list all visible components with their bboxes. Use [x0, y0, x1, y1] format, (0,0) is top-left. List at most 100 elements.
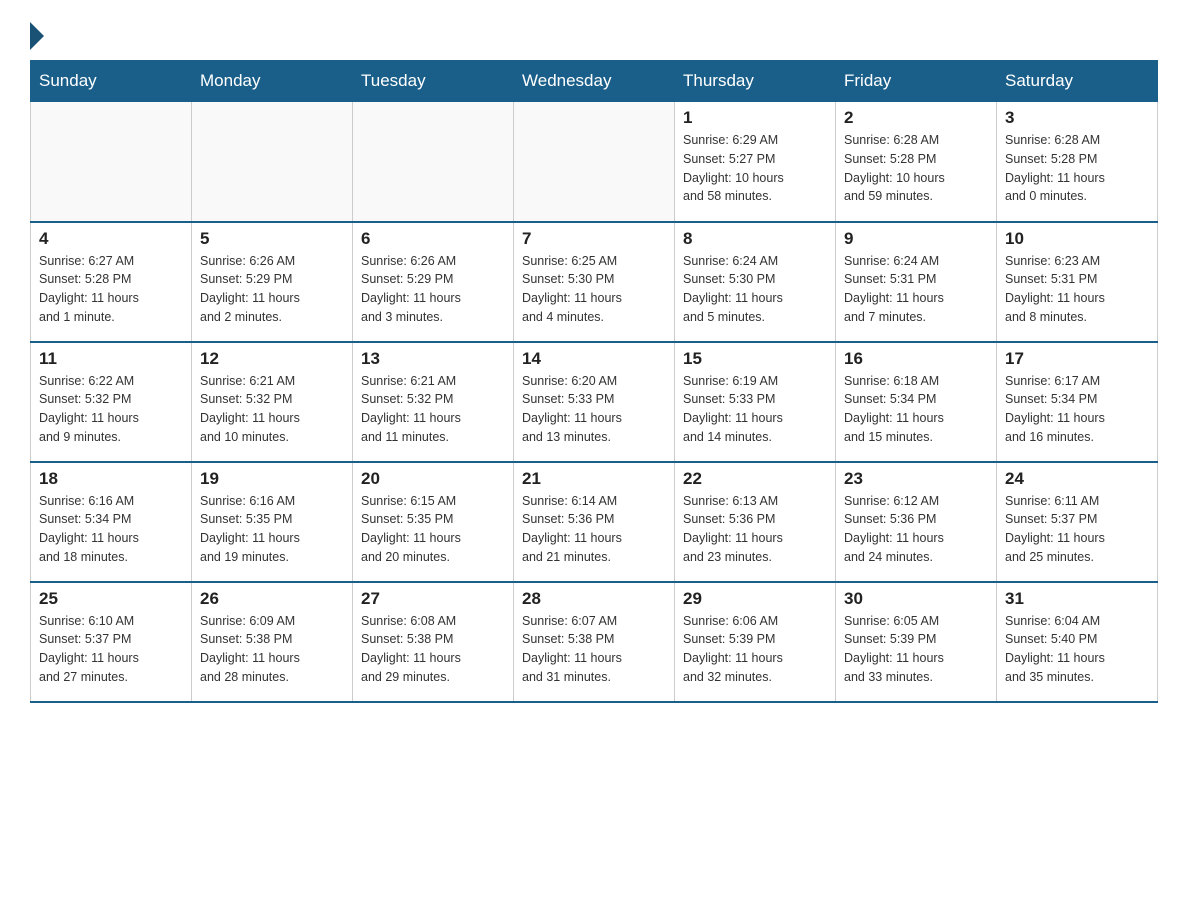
calendar-cell: 8 Sunrise: 6:24 AMSunset: 5:30 PMDaylight… [675, 222, 836, 342]
day-number: 10 [1005, 229, 1149, 249]
day-info: Sunrise: 6:17 AMSunset: 5:34 PMDaylight:… [1005, 372, 1149, 447]
day-info: Sunrise: 6:26 AMSunset: 5:29 PMDaylight:… [200, 252, 344, 327]
day-info: Sunrise: 6:05 AMSunset: 5:39 PMDaylight:… [844, 612, 988, 687]
calendar-cell: 5 Sunrise: 6:26 AMSunset: 5:29 PMDaylight… [192, 222, 353, 342]
day-number: 18 [39, 469, 183, 489]
day-number: 20 [361, 469, 505, 489]
calendar-body: 1 Sunrise: 6:29 AMSunset: 5:27 PMDaylight… [31, 102, 1158, 702]
day-info: Sunrise: 6:27 AMSunset: 5:28 PMDaylight:… [39, 252, 183, 327]
calendar-table: Sunday Monday Tuesday Wednesday Thursday… [30, 60, 1158, 703]
calendar-cell: 22 Sunrise: 6:13 AMSunset: 5:36 PMDayligh… [675, 462, 836, 582]
day-number: 21 [522, 469, 666, 489]
calendar-cell: 27Sunrise: 6:08 AMSunset: 5:38 PMDayligh… [353, 582, 514, 702]
day-info: Sunrise: 6:25 AMSunset: 5:30 PMDaylight:… [522, 252, 666, 327]
day-info: Sunrise: 6:16 AMSunset: 5:35 PMDaylight:… [200, 492, 344, 567]
day-number: 9 [844, 229, 988, 249]
calendar-cell: 16 Sunrise: 6:18 AMSunset: 5:34 PMDayligh… [836, 342, 997, 462]
day-info: Sunrise: 6:15 AMSunset: 5:35 PMDaylight:… [361, 492, 505, 567]
logo [30, 20, 44, 50]
day-info: Sunrise: 6:23 AMSunset: 5:31 PMDaylight:… [1005, 252, 1149, 327]
day-info: Sunrise: 6:21 AMSunset: 5:32 PMDaylight:… [361, 372, 505, 447]
logo-arrow-icon [30, 22, 44, 50]
day-info: Sunrise: 6:28 AMSunset: 5:28 PMDaylight:… [844, 131, 988, 206]
calendar-header: Sunday Monday Tuesday Wednesday Thursday… [31, 61, 1158, 102]
day-number: 1 [683, 108, 827, 128]
day-number: 3 [1005, 108, 1149, 128]
header-thursday: Thursday [675, 61, 836, 102]
day-number: 8 [683, 229, 827, 249]
calendar-cell: 24Sunrise: 6:11 AMSunset: 5:37 PMDayligh… [997, 462, 1158, 582]
day-info: Sunrise: 6:20 AMSunset: 5:33 PMDaylight:… [522, 372, 666, 447]
calendar-cell: 28 Sunrise: 6:07 AMSunset: 5:38 PMDayligh… [514, 582, 675, 702]
page-header [30, 20, 1158, 50]
calendar-cell: 19 Sunrise: 6:16 AMSunset: 5:35 PMDayligh… [192, 462, 353, 582]
calendar-cell: 23Sunrise: 6:12 AMSunset: 5:36 PMDayligh… [836, 462, 997, 582]
calendar-cell: 29 Sunrise: 6:06 AMSunset: 5:39 PMDayligh… [675, 582, 836, 702]
calendar-cell: 2 Sunrise: 6:28 AMSunset: 5:28 PMDaylight… [836, 102, 997, 222]
day-info: Sunrise: 6:09 AMSunset: 5:38 PMDaylight:… [200, 612, 344, 687]
calendar-cell: 21 Sunrise: 6:14 AMSunset: 5:36 PMDayligh… [514, 462, 675, 582]
day-number: 27 [361, 589, 505, 609]
calendar-cell [31, 102, 192, 222]
day-number: 19 [200, 469, 344, 489]
calendar-cell: 4 Sunrise: 6:27 AMSunset: 5:28 PMDaylight… [31, 222, 192, 342]
day-number: 25 [39, 589, 183, 609]
calendar-cell [353, 102, 514, 222]
header-friday: Friday [836, 61, 997, 102]
day-info: Sunrise: 6:29 AMSunset: 5:27 PMDaylight:… [683, 131, 827, 206]
calendar-cell: 6Sunrise: 6:26 AMSunset: 5:29 PMDaylight… [353, 222, 514, 342]
header-sunday: Sunday [31, 61, 192, 102]
day-info: Sunrise: 6:14 AMSunset: 5:36 PMDaylight:… [522, 492, 666, 567]
day-info: Sunrise: 6:21 AMSunset: 5:32 PMDaylight:… [200, 372, 344, 447]
calendar-cell: 9 Sunrise: 6:24 AMSunset: 5:31 PMDaylight… [836, 222, 997, 342]
header-saturday: Saturday [997, 61, 1158, 102]
day-number: 30 [844, 589, 988, 609]
calendar-cell: 17 Sunrise: 6:17 AMSunset: 5:34 PMDayligh… [997, 342, 1158, 462]
calendar-week-4: 18 Sunrise: 6:16 AMSunset: 5:34 PMDayligh… [31, 462, 1158, 582]
day-info: Sunrise: 6:28 AMSunset: 5:28 PMDaylight:… [1005, 131, 1149, 206]
day-info: Sunrise: 6:22 AMSunset: 5:32 PMDaylight:… [39, 372, 183, 447]
header-monday: Monday [192, 61, 353, 102]
calendar-cell: 25Sunrise: 6:10 AMSunset: 5:37 PMDayligh… [31, 582, 192, 702]
day-info: Sunrise: 6:24 AMSunset: 5:31 PMDaylight:… [844, 252, 988, 327]
day-number: 14 [522, 349, 666, 369]
calendar-cell [192, 102, 353, 222]
header-row: Sunday Monday Tuesday Wednesday Thursday… [31, 61, 1158, 102]
calendar-week-3: 11 Sunrise: 6:22 AMSunset: 5:32 PMDayligh… [31, 342, 1158, 462]
calendar-cell: 1 Sunrise: 6:29 AMSunset: 5:27 PMDaylight… [675, 102, 836, 222]
day-info: Sunrise: 6:11 AMSunset: 5:37 PMDaylight:… [1005, 492, 1149, 567]
calendar-cell: 18 Sunrise: 6:16 AMSunset: 5:34 PMDayligh… [31, 462, 192, 582]
calendar-cell: 7 Sunrise: 6:25 AMSunset: 5:30 PMDaylight… [514, 222, 675, 342]
day-info: Sunrise: 6:07 AMSunset: 5:38 PMDaylight:… [522, 612, 666, 687]
day-number: 2 [844, 108, 988, 128]
header-wednesday: Wednesday [514, 61, 675, 102]
day-number: 29 [683, 589, 827, 609]
calendar-cell: 31 Sunrise: 6:04 AMSunset: 5:40 PMDayligh… [997, 582, 1158, 702]
day-info: Sunrise: 6:19 AMSunset: 5:33 PMDaylight:… [683, 372, 827, 447]
day-number: 7 [522, 229, 666, 249]
calendar-cell: 20 Sunrise: 6:15 AMSunset: 5:35 PMDayligh… [353, 462, 514, 582]
day-number: 15 [683, 349, 827, 369]
day-number: 28 [522, 589, 666, 609]
day-info: Sunrise: 6:24 AMSunset: 5:30 PMDaylight:… [683, 252, 827, 327]
day-number: 5 [200, 229, 344, 249]
day-info: Sunrise: 6:13 AMSunset: 5:36 PMDaylight:… [683, 492, 827, 567]
calendar-week-5: 25Sunrise: 6:10 AMSunset: 5:37 PMDayligh… [31, 582, 1158, 702]
calendar-cell: 26 Sunrise: 6:09 AMSunset: 5:38 PMDayligh… [192, 582, 353, 702]
day-info: Sunrise: 6:16 AMSunset: 5:34 PMDaylight:… [39, 492, 183, 567]
day-number: 17 [1005, 349, 1149, 369]
day-info: Sunrise: 6:04 AMSunset: 5:40 PMDaylight:… [1005, 612, 1149, 687]
day-number: 31 [1005, 589, 1149, 609]
day-number: 6 [361, 229, 505, 249]
calendar-cell: 12Sunrise: 6:21 AMSunset: 5:32 PMDayligh… [192, 342, 353, 462]
day-number: 26 [200, 589, 344, 609]
day-number: 16 [844, 349, 988, 369]
day-number: 11 [39, 349, 183, 369]
day-info: Sunrise: 6:12 AMSunset: 5:36 PMDaylight:… [844, 492, 988, 567]
day-number: 22 [683, 469, 827, 489]
header-tuesday: Tuesday [353, 61, 514, 102]
day-info: Sunrise: 6:06 AMSunset: 5:39 PMDaylight:… [683, 612, 827, 687]
day-info: Sunrise: 6:18 AMSunset: 5:34 PMDaylight:… [844, 372, 988, 447]
calendar-cell [514, 102, 675, 222]
day-number: 4 [39, 229, 183, 249]
